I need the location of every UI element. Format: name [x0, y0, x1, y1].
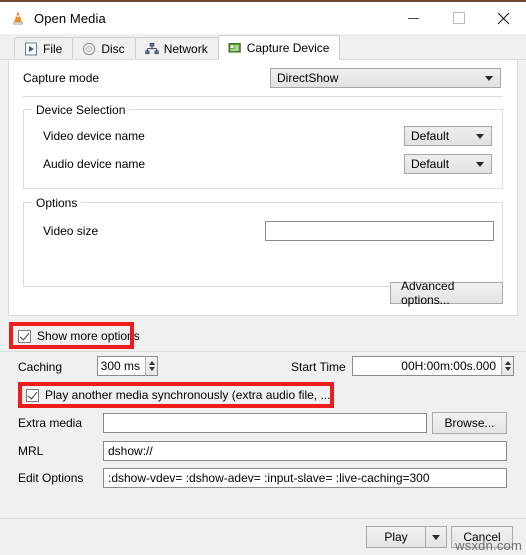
capture-mode-value: DirectShow — [277, 71, 339, 85]
mrl-input[interactable]: dshow:// — [103, 441, 507, 461]
minimize-icon[interactable] — [391, 2, 436, 34]
sync-media-label: Play another media synchronously (extra … — [45, 388, 335, 402]
audio-device-row: Audio device name Default — [24, 154, 502, 174]
capture-device-panel: Capture mode DirectShow Device Selection… — [8, 60, 518, 316]
start-time-stepper[interactable]: 00H:00m:00s.000 — [352, 356, 514, 376]
audio-device-select[interactable]: Default — [404, 154, 492, 174]
start-time-value[interactable]: 00H:00m:00s.000 — [352, 356, 501, 376]
edit-options-input[interactable]: :dshow-vdev= :dshow-adev= :input-slave= … — [103, 468, 507, 488]
dialog-footer: Play Cancel wsxdn.com — [0, 518, 526, 555]
caching-spinner[interactable] — [145, 356, 158, 376]
extra-media-label: Extra media — [18, 416, 83, 430]
options-group: Options Video size — [23, 196, 503, 287]
title-bar: Open Media — [0, 0, 526, 34]
window-title: Open Media — [34, 10, 106, 26]
show-more-options-checkbox[interactable]: Show more options — [18, 329, 140, 343]
spinner-up-icon[interactable] — [504, 361, 511, 365]
play-button[interactable]: Play — [366, 526, 426, 548]
audio-device-label: Audio device name — [43, 157, 146, 171]
advanced-options-row: Advanced options... — [390, 279, 503, 307]
window-controls — [391, 2, 526, 34]
mrl-row: MRL dshow:// — [0, 438, 526, 465]
show-more-options-label: Show more options — [37, 329, 140, 343]
capture-mode-select[interactable]: DirectShow — [270, 68, 501, 88]
tab-disc-label: Disc — [101, 42, 125, 56]
footer-divider — [0, 518, 526, 519]
play-dropdown-button[interactable] — [426, 526, 447, 548]
close-icon[interactable] — [481, 2, 526, 34]
chevron-down-icon — [476, 134, 484, 139]
tab-file-label: File — [43, 42, 63, 56]
tab-file[interactable]: File — [14, 37, 74, 60]
tab-network[interactable]: Network — [134, 37, 219, 60]
edit-options-row: Edit Options :dshow-vdev= :dshow-adev= :… — [0, 465, 526, 492]
edit-options-value: :dshow-vdev= :dshow-adev= :input-slave= … — [108, 471, 430, 485]
video-device-value: Default — [411, 129, 450, 143]
browse-button[interactable]: Browse... — [432, 412, 507, 434]
capture-mode-row: Capture mode DirectShow — [9, 60, 517, 88]
mrl-label: MRL — [18, 444, 44, 458]
start-time-spinner[interactable] — [501, 356, 514, 376]
device-selection-legend: Device Selection — [32, 103, 130, 117]
file-icon — [24, 42, 38, 56]
sync-media-checkbox[interactable]: Play another media synchronously (extra … — [26, 388, 334, 402]
caching-start-time-row: Caching 300 ms Start Time 00H:00m:00s.00… — [0, 352, 526, 380]
tab-capture-device-label: Capture Device — [246, 41, 330, 55]
edit-options-label: Edit Options — [18, 471, 84, 485]
caching-label: Caching — [18, 360, 63, 374]
chevron-down-icon — [485, 76, 493, 81]
extra-media-input[interactable] — [103, 413, 427, 433]
show-more-options-row: Show more options — [0, 321, 526, 351]
sync-media-row: Play another media synchronously (extra … — [0, 380, 526, 408]
capture-mode-label: Capture mode — [23, 71, 100, 85]
vlc-cone-icon — [10, 10, 26, 26]
mrl-value: dshow:// — [108, 444, 153, 458]
capture-device-icon — [228, 41, 242, 55]
device-selection-group: Device Selection Video device name Defau… — [23, 103, 503, 189]
play-button-group: Play — [366, 526, 447, 548]
checkbox-indicator — [18, 329, 31, 343]
tab-network-label: Network — [163, 42, 208, 56]
video-device-label: Video device name — [43, 129, 145, 143]
checkbox-indicator — [26, 388, 39, 402]
tab-disc[interactable]: Disc — [72, 37, 136, 60]
video-device-select[interactable]: Default — [404, 126, 492, 146]
spinner-down-icon[interactable] — [148, 367, 155, 371]
caching-stepper[interactable]: 300 ms — [97, 356, 158, 376]
spinner-down-icon[interactable] — [504, 367, 511, 371]
chevron-down-icon — [476, 162, 484, 167]
tab-strip: File Disc Network Capture Device — [0, 34, 526, 60]
options-legend: Options — [32, 196, 82, 210]
advanced-options-button[interactable]: Advanced options... — [390, 279, 503, 307]
extra-media-row: Extra media Browse... — [0, 408, 526, 438]
panel-divider — [23, 96, 503, 97]
watermark: wsxdn.com — [455, 538, 522, 553]
video-size-input[interactable] — [265, 221, 494, 241]
tab-capture-device[interactable]: Capture Device — [217, 35, 341, 60]
chevron-down-icon — [432, 534, 440, 540]
video-device-row: Video device name Default — [24, 126, 502, 146]
spinner-up-icon[interactable] — [148, 361, 155, 365]
video-size-label: Video size — [43, 224, 99, 238]
disc-icon — [82, 42, 96, 56]
audio-device-value: Default — [411, 157, 450, 171]
maximize-icon[interactable] — [436, 2, 481, 34]
video-size-row: Video size — [24, 221, 502, 241]
network-icon — [144, 42, 159, 56]
start-time-label: Start Time — [291, 360, 346, 374]
caching-value[interactable]: 300 ms — [97, 356, 145, 376]
